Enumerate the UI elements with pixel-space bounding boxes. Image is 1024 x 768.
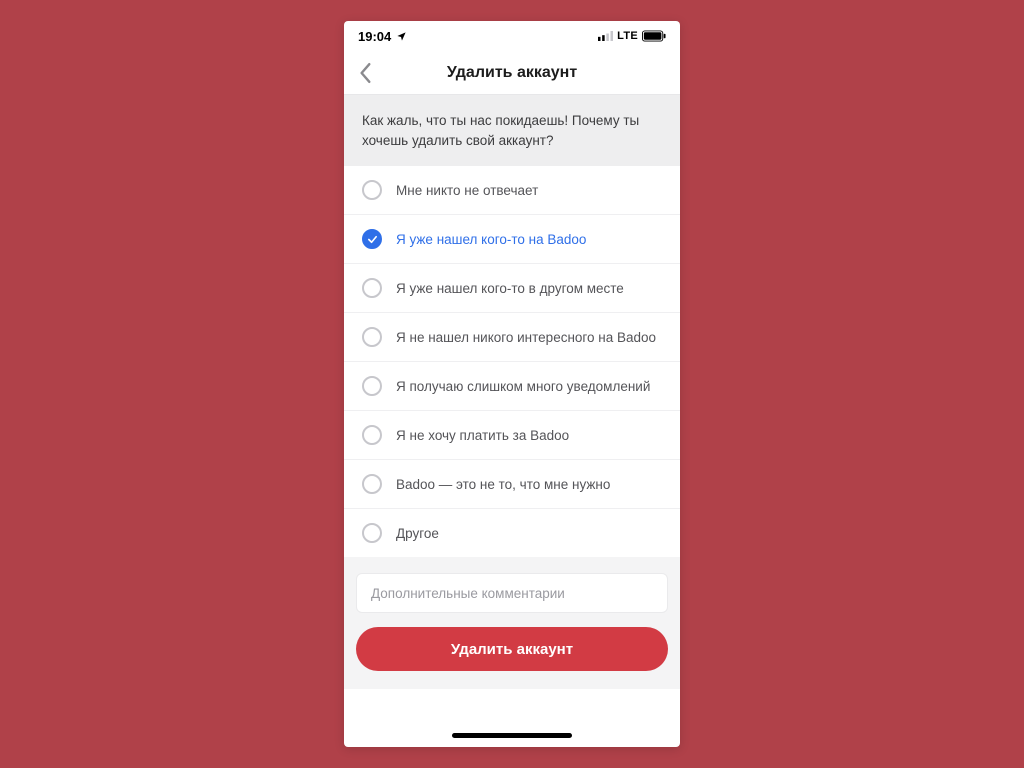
reason-label: Я уже нашел кого-то в другом месте [396, 281, 624, 296]
network-type: LTE [617, 30, 638, 42]
comment-input[interactable] [356, 573, 668, 613]
radio-icon [362, 278, 382, 298]
reason-option[interactable]: Я получаю слишком много уведомлений [344, 362, 680, 411]
back-button[interactable] [344, 51, 388, 95]
reason-option[interactable]: Я уже нашел кого-то на Badoo [344, 215, 680, 264]
reason-option[interactable]: Я уже нашел кого-то в другом месте [344, 264, 680, 313]
radio-selected-icon [362, 229, 382, 249]
reason-option[interactable]: Я не хочу платить за Badoo [344, 411, 680, 460]
prompt-text: Как жаль, что ты нас покидаешь! Почему т… [344, 95, 680, 166]
phone-frame: 19:04 LTE [344, 21, 680, 747]
reason-label: Я не нашел никого интересного на Badoo [396, 330, 656, 345]
radio-icon [362, 425, 382, 445]
nav-bar: Удалить аккаунт [344, 51, 680, 95]
radio-icon [362, 523, 382, 543]
location-icon [396, 31, 407, 42]
signal-icon [598, 31, 613, 41]
reason-label: Я получаю слишком много уведомлений [396, 379, 650, 394]
reason-label: Мне никто не отвечает [396, 183, 538, 198]
radio-icon [362, 327, 382, 347]
reason-label: Я не хочу платить за Badoo [396, 428, 569, 443]
delete-account-button[interactable]: Удалить аккаунт [356, 627, 668, 671]
status-bar: 19:04 LTE [344, 21, 680, 51]
spacer [344, 689, 680, 723]
reason-option[interactable]: Badoo — это не то, что мне нужно [344, 460, 680, 509]
reason-list: Мне никто не отвечает Я уже нашел кого-то… [344, 166, 680, 557]
radio-icon [362, 376, 382, 396]
footer-area: Удалить аккаунт [344, 557, 680, 689]
home-indicator [344, 723, 680, 747]
page-title: Удалить аккаунт [344, 64, 680, 82]
reason-label: Я уже нашел кого-то на Badoo [396, 232, 586, 247]
radio-icon [362, 474, 382, 494]
reason-option[interactable]: Мне никто не отвечает [344, 166, 680, 215]
reason-option[interactable]: Другое [344, 509, 680, 557]
battery-icon [642, 30, 666, 42]
radio-icon [362, 180, 382, 200]
reason-option[interactable]: Я не нашел никого интересного на Badoo [344, 313, 680, 362]
reason-label: Badoo — это не то, что мне нужно [396, 477, 610, 492]
status-time: 19:04 [358, 29, 391, 44]
reason-label: Другое [396, 526, 439, 541]
